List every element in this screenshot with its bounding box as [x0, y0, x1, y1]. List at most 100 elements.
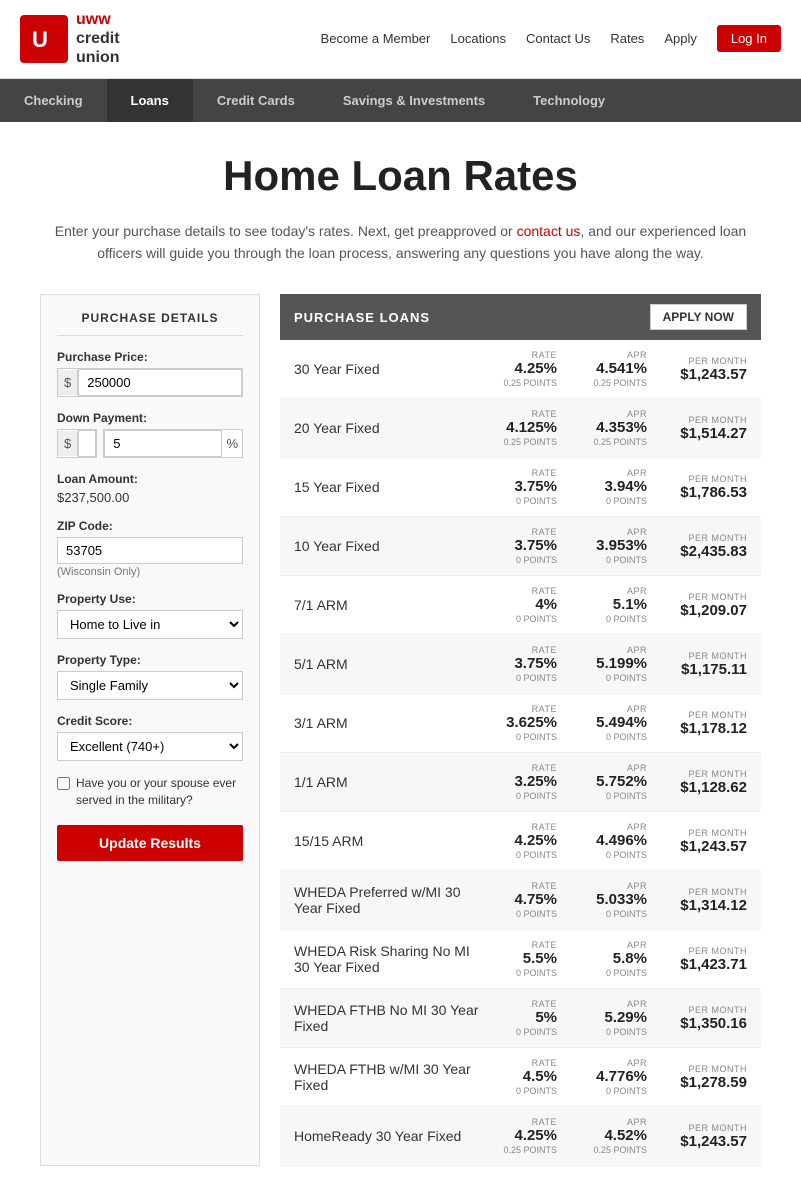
loan-row: WHEDA Preferred w/MI 30 Year Fixed RATE … [280, 871, 761, 930]
apr-points: 0 POINTS [577, 909, 647, 919]
apr-value: 4.776% [577, 1068, 647, 1085]
apr-points: 0 POINTS [577, 614, 647, 624]
apr-block: APR 4.496% 0 POINTS [577, 822, 647, 860]
purchase-price-label: Purchase Price: [57, 350, 243, 364]
per-month-label: PER MONTH [667, 474, 747, 484]
property-type-select[interactable]: Single Family Condo Multi-Family [57, 671, 243, 700]
rate-label: RATE [487, 645, 557, 655]
main-nav: Checking Loans Credit Cards Savings & In… [0, 79, 801, 122]
down-payment-prefix: $ [58, 431, 78, 456]
loan-stats: RATE 4.25% 0.25 POINTS APR 4.541% 0.25 P… [487, 350, 747, 388]
credit-score-select[interactable]: Excellent (740+) Good (720-739) Fair (68… [57, 732, 243, 761]
down-payment-input[interactable] [78, 430, 96, 457]
rate-label: RATE [487, 1058, 557, 1068]
loan-name: WHEDA FTHB No MI 30 Year Fixed [294, 1002, 487, 1034]
per-month-block: PER MONTH $1,128.62 [667, 769, 747, 796]
rate-label: RATE [487, 704, 557, 714]
per-month-value: $1,209.07 [667, 602, 747, 619]
loan-amount-value: $237,500.00 [57, 490, 243, 505]
loan-stats: RATE 4.75% 0 POINTS APR 5.033% 0 POINTS … [487, 881, 747, 919]
per-month-label: PER MONTH [667, 651, 747, 661]
apr-points: 0 POINTS [577, 1086, 647, 1096]
rate-block: RATE 4.75% 0 POINTS [487, 881, 557, 919]
apr-block: APR 3.94% 0 POINTS [577, 468, 647, 506]
per-month-block: PER MONTH $1,175.11 [667, 651, 747, 678]
loan-row: 15/15 ARM RATE 4.25% 0 POINTS APR 4.496%… [280, 812, 761, 871]
rate-value: 4.75% [487, 891, 557, 908]
per-month-label: PER MONTH [667, 1005, 747, 1015]
rate-points: 0 POINTS [487, 850, 557, 860]
rate-value: 4.25% [487, 1127, 557, 1144]
per-month-value: $1,243.57 [667, 1133, 747, 1150]
rate-block: RATE 4.25% 0.25 POINTS [487, 350, 557, 388]
logo[interactable]: U uww credit union [20, 10, 120, 68]
nav-savings[interactable]: Savings & Investments [319, 79, 509, 122]
rate-value: 4.25% [487, 832, 557, 849]
apply-now-button[interactable]: APPLY NOW [650, 304, 747, 330]
per-month-block: PER MONTH $1,178.12 [667, 710, 747, 737]
apr-points: 0 POINTS [577, 1027, 647, 1037]
locations-link[interactable]: Locations [450, 31, 506, 46]
loan-name: WHEDA Preferred w/MI 30 Year Fixed [294, 884, 487, 916]
down-payment-pct-input[interactable] [104, 430, 222, 457]
purchase-panel-heading: PURCHASE DETAILS [57, 311, 243, 336]
contact-us-inline-link[interactable]: contact us [517, 223, 581, 239]
apr-value: 4.353% [577, 419, 647, 436]
per-month-value: $1,314.12 [667, 897, 747, 914]
loan-name: 30 Year Fixed [294, 361, 487, 377]
loan-row: 15 Year Fixed RATE 3.75% 0 POINTS APR 3.… [280, 458, 761, 517]
page-title: Home Loan Rates [40, 152, 761, 200]
per-month-label: PER MONTH [667, 1123, 747, 1133]
loan-row: 20 Year Fixed RATE 4.125% 0.25 POINTS AP… [280, 399, 761, 458]
nav-loans[interactable]: Loans [107, 79, 193, 122]
rate-block: RATE 3.75% 0 POINTS [487, 527, 557, 565]
apr-points: 0 POINTS [577, 732, 647, 742]
apr-value: 5.033% [577, 891, 647, 908]
become-member-link[interactable]: Become a Member [321, 31, 431, 46]
nav-checking[interactable]: Checking [0, 79, 107, 122]
military-checkbox[interactable] [57, 777, 70, 790]
apr-value: 5.8% [577, 950, 647, 967]
loan-stats: RATE 3.625% 0 POINTS APR 5.494% 0 POINTS… [487, 704, 747, 742]
apr-points: 0.25 POINTS [577, 378, 647, 388]
loan-stats: RATE 3.25% 0 POINTS APR 5.752% 0 POINTS … [487, 763, 747, 801]
rate-value: 5.5% [487, 950, 557, 967]
loan-row: 5/1 ARM RATE 3.75% 0 POINTS APR 5.199% 0… [280, 635, 761, 694]
property-use-select[interactable]: Home to Live in Investment Property Seco… [57, 610, 243, 639]
rate-label: RATE [487, 881, 557, 891]
down-payment-row: $ % [57, 429, 243, 458]
apr-label: APR [577, 704, 647, 714]
login-button[interactable]: Log In [717, 25, 781, 52]
per-month-label: PER MONTH [667, 592, 747, 602]
loans-table-header: PURCHASE LOANS APPLY NOW [280, 294, 761, 340]
rate-points: 0 POINTS [487, 732, 557, 742]
per-month-label: PER MONTH [667, 828, 747, 838]
purchase-price-group: Purchase Price: $ [57, 350, 243, 397]
per-month-block: PER MONTH $1,314.12 [667, 887, 747, 914]
loan-stats: RATE 4.5% 0 POINTS APR 4.776% 0 POINTS P… [487, 1058, 747, 1096]
apr-value: 4.541% [577, 360, 647, 377]
per-month-label: PER MONTH [667, 1064, 747, 1074]
down-payment-input-wrapper: $ [57, 429, 97, 458]
rate-value: 3.75% [487, 478, 557, 495]
apply-link[interactable]: Apply [664, 31, 697, 46]
apr-block: APR 5.8% 0 POINTS [577, 940, 647, 978]
nav-technology[interactable]: Technology [509, 79, 629, 122]
zip-input[interactable] [57, 537, 243, 564]
rate-block: RATE 3.75% 0 POINTS [487, 645, 557, 683]
apr-label: APR [577, 999, 647, 1009]
update-results-button[interactable]: Update Results [57, 825, 243, 861]
per-month-value: $1,243.57 [667, 838, 747, 855]
rates-link[interactable]: Rates [610, 31, 644, 46]
rate-value: 3.25% [487, 773, 557, 790]
nav-credit-cards[interactable]: Credit Cards [193, 79, 319, 122]
rate-points: 0.25 POINTS [487, 1145, 557, 1155]
rate-block: RATE 4.5% 0 POINTS [487, 1058, 557, 1096]
page-content: Home Loan Rates Enter your purchase deta… [0, 122, 801, 1196]
rate-label: RATE [487, 1117, 557, 1127]
property-type-label: Property Type: [57, 653, 243, 667]
apr-value: 4.496% [577, 832, 647, 849]
contact-us-link[interactable]: Contact Us [526, 31, 590, 46]
apr-block: APR 3.953% 0 POINTS [577, 527, 647, 565]
purchase-price-input[interactable] [78, 369, 242, 396]
